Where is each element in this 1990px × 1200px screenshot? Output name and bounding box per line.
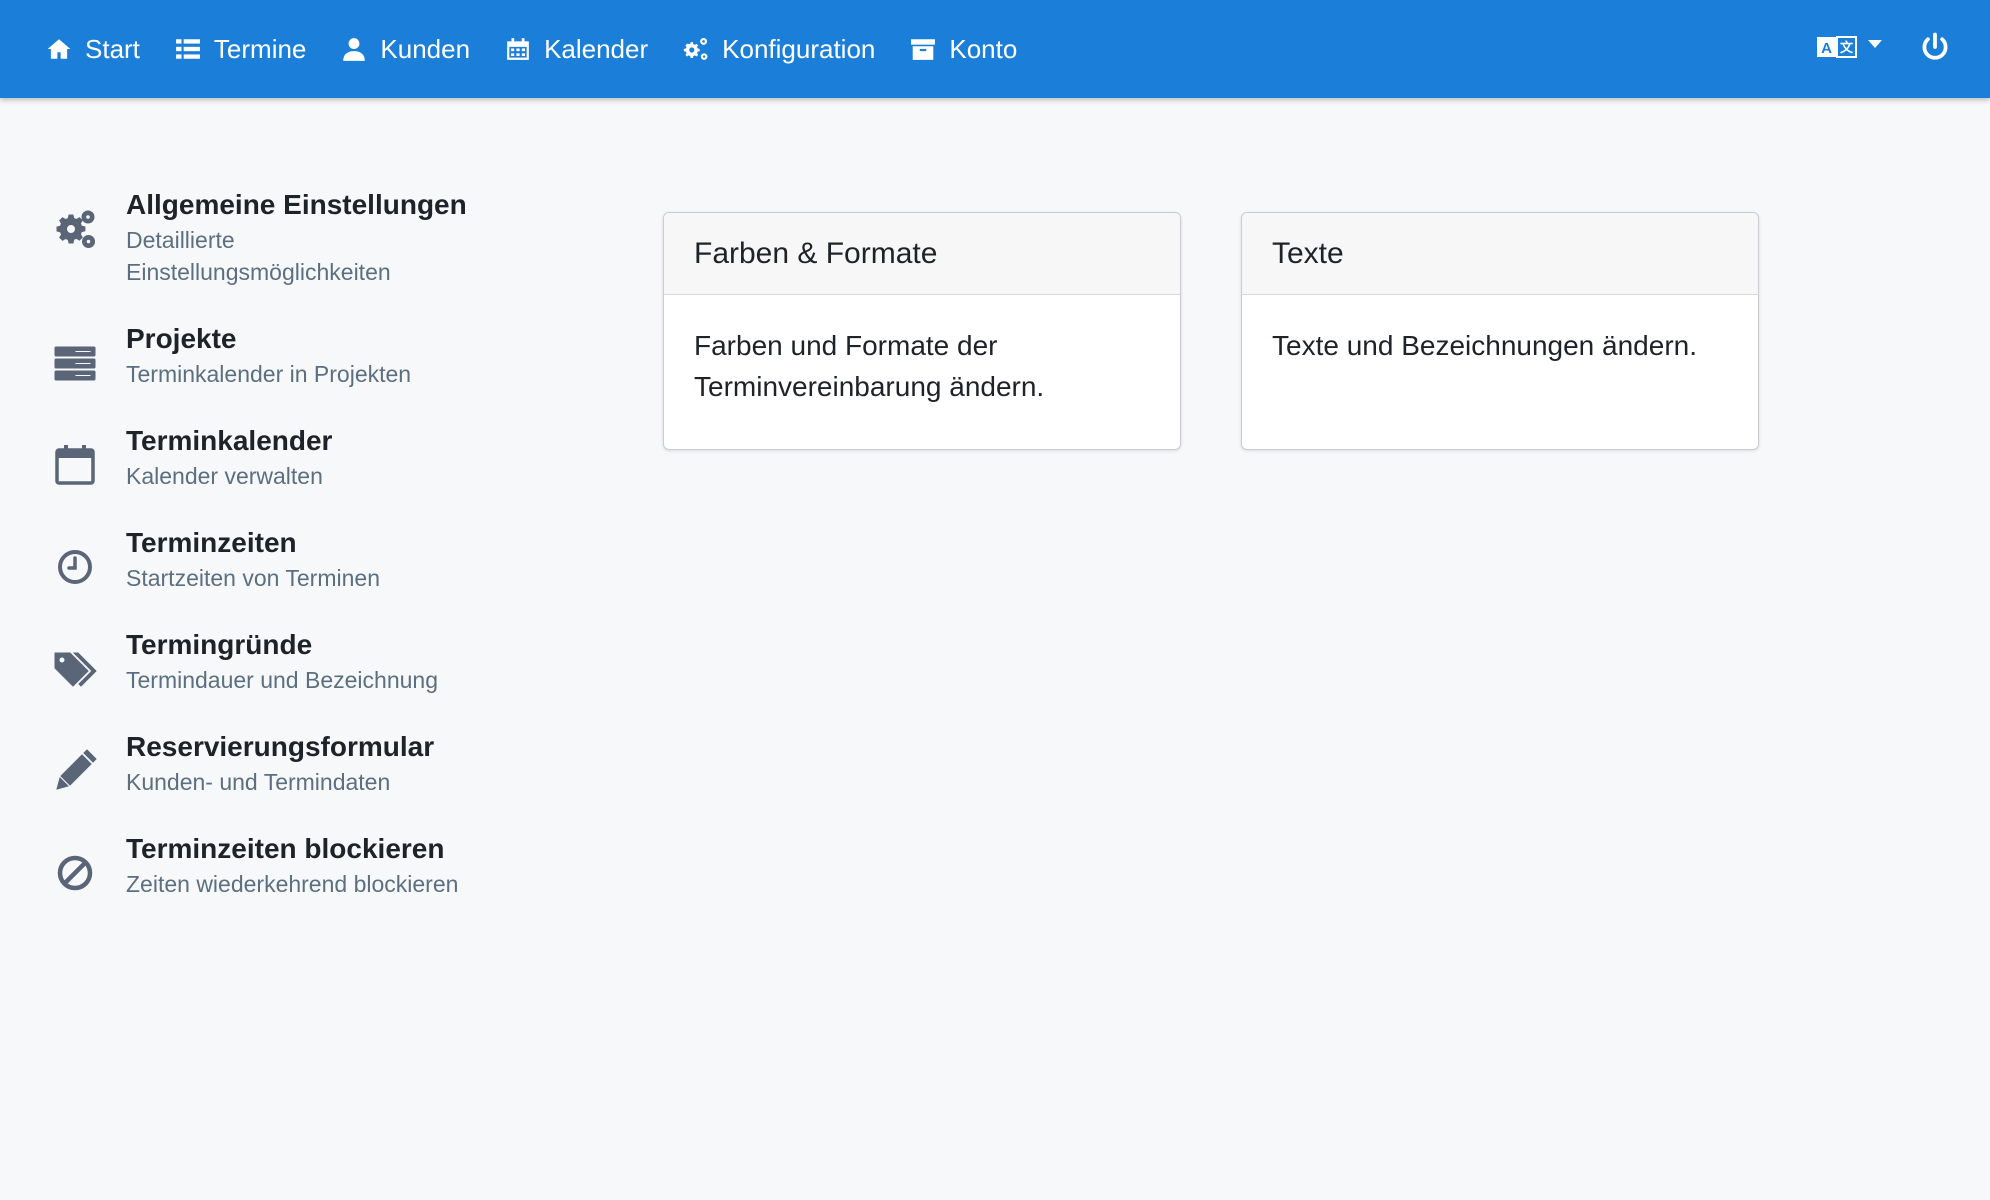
- nav-right: A 文: [1816, 32, 1950, 67]
- menu-item-subtitle: Startzeiten von Terminen: [126, 565, 380, 591]
- language-dropdown[interactable]: A 文: [1816, 35, 1882, 64]
- tags-icon: [52, 646, 98, 692]
- calendar-icon: [504, 35, 532, 63]
- power-icon: [1920, 32, 1950, 67]
- user-icon: [340, 35, 368, 63]
- card-title: Texte: [1242, 213, 1758, 295]
- nav-label: Kunden: [380, 33, 471, 64]
- menu-item-title: Allgemeine Einstellungen: [126, 189, 467, 220]
- clock-icon: [52, 544, 98, 590]
- menu-item-subtitle: Kalender verwalten: [126, 463, 323, 489]
- card-texte[interactable]: Texte Texte und Bezeichnungen ändern.: [1241, 212, 1759, 450]
- nav-item-konto[interactable]: Konto: [909, 34, 1017, 65]
- home-icon: [45, 35, 73, 63]
- menu-item-terminzeiten-blockieren[interactable]: Terminzeiten blockieren Zeiten wiederkeh…: [52, 830, 612, 900]
- nav-item-kunden[interactable]: Kunden: [340, 34, 470, 65]
- calendar-icon: [52, 442, 98, 488]
- cogs-icon: [52, 206, 98, 252]
- svg-text:A: A: [1821, 40, 1832, 57]
- archive-icon: [909, 35, 937, 63]
- menu-item-allgemeine-einstellungen[interactable]: Allgemeine Einstellungen Detaillierte Ei…: [52, 186, 612, 288]
- menu-item-title: Terminkalender: [126, 425, 333, 456]
- nav-label: Start: [85, 33, 140, 64]
- pencil-icon: [52, 748, 98, 794]
- settings-menu: Allgemeine Einstellungen Detaillierte Ei…: [52, 186, 612, 932]
- card-description: Texte und Bezeichnungen ändern.: [1272, 330, 1697, 361]
- nav-item-start[interactable]: Start: [45, 34, 140, 65]
- nav-label: Termine: [213, 33, 307, 64]
- nav-item-termine[interactable]: Termine: [174, 34, 306, 65]
- menu-item-reservierungsformular[interactable]: Reservierungsformular Kunden- und Termin…: [52, 728, 612, 798]
- menu-item-title: Terminzeiten: [126, 527, 297, 558]
- main-nav: Start Termine Kunden Kalender Konfigurat: [45, 34, 1051, 65]
- menu-item-title: Terminzeiten blockieren: [126, 833, 445, 864]
- menu-item-subtitle: Terminkalender in Projekten: [126, 361, 412, 387]
- card-title: Farben & Formate: [664, 213, 1180, 295]
- cogs-icon: [682, 35, 710, 63]
- card-description: Farben und Formate der Terminvereinbarun…: [694, 330, 1045, 402]
- ban-icon: [52, 850, 98, 896]
- card-farben-formate[interactable]: Farben & Formate Farben und Formate der …: [663, 212, 1181, 450]
- svg-text:文: 文: [1840, 40, 1854, 56]
- menu-item-title: Reservierungsformular: [126, 731, 435, 762]
- menu-item-title: Termingründe: [126, 629, 313, 660]
- menu-item-terminkalender[interactable]: Terminkalender Kalender verwalten: [52, 422, 612, 492]
- menu-item-subtitle: Zeiten wiederkehrend blockieren: [126, 871, 459, 897]
- menu-item-subtitle: Kunden- und Termindaten: [126, 769, 391, 795]
- translate-icon: A 文: [1816, 35, 1858, 64]
- menu-item-termingruende[interactable]: Termingründe Termindauer und Bezeichnung: [52, 626, 612, 696]
- nav-label: Kalender: [544, 33, 649, 64]
- menu-item-projekte[interactable]: Projekte Terminkalender in Projekten: [52, 320, 612, 390]
- menu-item-subtitle: Termindauer und Bezeichnung: [126, 667, 438, 693]
- nav-label: Konto: [949, 33, 1018, 64]
- nav-item-konfiguration[interactable]: Konfiguration: [682, 34, 875, 65]
- menu-item-terminzeiten[interactable]: Terminzeiten Startzeiten von Terminen: [52, 524, 612, 594]
- nav-item-kalender[interactable]: Kalender: [504, 34, 648, 65]
- logout-button[interactable]: [1920, 32, 1950, 67]
- nav-label: Konfiguration: [722, 33, 876, 64]
- server-icon: [52, 340, 98, 386]
- menu-item-subtitle: Detaillierte Einstellungsmöglichkeiten: [126, 227, 391, 285]
- chevron-down-icon: [1868, 40, 1882, 48]
- menu-item-title: Projekte: [126, 323, 237, 354]
- top-navbar: Start Termine Kunden Kalender Konfigurat: [0, 0, 1990, 98]
- list-icon: [174, 35, 202, 63]
